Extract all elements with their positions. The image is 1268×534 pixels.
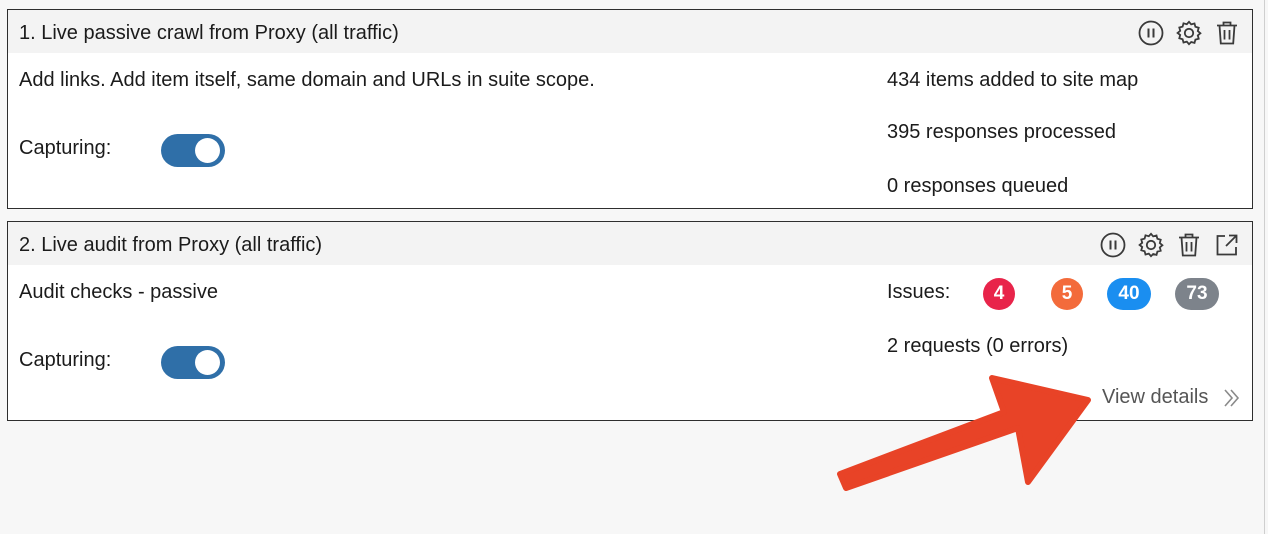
capturing-toggle[interactable] bbox=[161, 346, 225, 379]
task-header: 2. Live audit from Proxy (all traffic) bbox=[8, 222, 1252, 265]
panel-right-border bbox=[1264, 0, 1265, 534]
task-title: 1. Live passive crawl from Proxy (all tr… bbox=[19, 22, 399, 44]
pause-icon[interactable] bbox=[1136, 18, 1166, 48]
task-header: 1. Live passive crawl from Proxy (all tr… bbox=[8, 10, 1252, 53]
task-description: Add links. Add item itself, same domain … bbox=[19, 69, 595, 91]
pause-icon[interactable] bbox=[1098, 230, 1128, 260]
task-description: Audit checks - passive bbox=[19, 281, 218, 303]
trash-icon[interactable] bbox=[1174, 230, 1204, 260]
capturing-label: Capturing: bbox=[19, 137, 112, 159]
double-chevron-right-icon[interactable] bbox=[1223, 388, 1241, 413]
stat-responses-processed: 395 responses processed bbox=[887, 121, 1117, 143]
view-details-link[interactable]: View details bbox=[1102, 385, 1208, 409]
gear-icon[interactable] bbox=[1174, 18, 1204, 48]
task-card-live-audit: 2. Live audit from Proxy (all traffic) A… bbox=[7, 221, 1253, 421]
capturing-label: Capturing: bbox=[19, 349, 112, 371]
stat-requests: 2 requests (0 errors) bbox=[887, 335, 1069, 357]
task-actions bbox=[1098, 230, 1242, 260]
trash-icon[interactable] bbox=[1212, 18, 1242, 48]
task-title: 2. Live audit from Proxy (all traffic) bbox=[19, 234, 323, 256]
issue-badge-info[interactable]: 73 bbox=[1175, 278, 1219, 310]
capturing-toggle[interactable] bbox=[161, 134, 225, 167]
toggle-knob bbox=[195, 350, 220, 375]
gear-icon[interactable] bbox=[1136, 230, 1166, 260]
issue-badge-high[interactable]: 4 bbox=[983, 278, 1015, 310]
external-link-icon[interactable] bbox=[1212, 230, 1242, 260]
task-card-passive-crawl: 1. Live passive crawl from Proxy (all tr… bbox=[7, 9, 1253, 209]
issue-badge-medium[interactable]: 5 bbox=[1051, 278, 1083, 310]
task-actions bbox=[1136, 18, 1242, 48]
stat-responses-queued: 0 responses queued bbox=[887, 175, 1069, 197]
issue-badge-low[interactable]: 40 bbox=[1107, 278, 1151, 310]
issues-label: Issues: bbox=[887, 281, 951, 303]
toggle-knob bbox=[195, 138, 220, 163]
stat-items-added: 434 items added to site map bbox=[887, 69, 1139, 91]
